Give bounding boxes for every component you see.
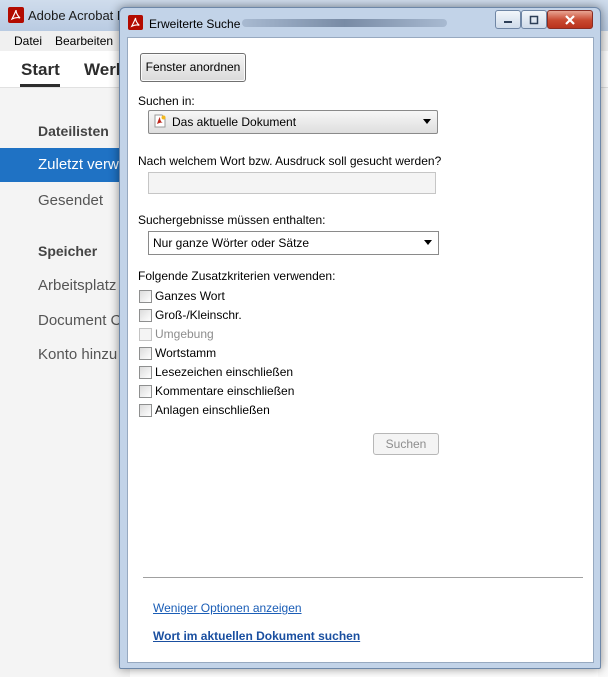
sidebar-item-document-cloud[interactable]: Document C <box>38 312 121 329</box>
search-button[interactable]: Suchen <box>373 433 439 455</box>
checkbox-label: Kommentare einschließen <box>155 384 295 398</box>
results-label: Suchergebnisse müssen enthalten: <box>138 213 326 227</box>
maximize-button[interactable] <box>521 10 547 29</box>
search-scope-dropdown[interactable]: Das aktuelle Dokument <box>148 110 438 134</box>
sidebar-item-label: Zuletzt verw <box>38 156 119 173</box>
checkbox-label: Wortstamm <box>155 346 217 360</box>
checkbox-box[interactable] <box>139 347 152 360</box>
checkbox-label: Anlagen einschließen <box>155 403 270 417</box>
search-in-label: Suchen in: <box>138 94 195 108</box>
divider <box>143 577 583 578</box>
minimize-icon <box>504 20 512 23</box>
sidebar-heading-files: Dateilisten <box>38 123 109 139</box>
match-mode-value: Nur ganze Wörter oder Sätze <box>153 236 310 250</box>
minimize-button[interactable] <box>495 10 521 29</box>
main-window-title: Adobe Acrobat R <box>28 8 127 23</box>
sidebar-heading-storage: Speicher <box>38 243 98 259</box>
sidebar-item-workplace[interactable]: Arbeitsplatz <box>38 277 116 294</box>
checkbox-box[interactable] <box>139 290 152 303</box>
sidebar-item-recent[interactable]: Zuletzt verw <box>0 148 130 182</box>
search-current-document-link[interactable]: Wort im aktuellen Dokument suchen <box>153 629 360 643</box>
blurred-title-text <box>242 19 447 27</box>
sidebar-item-add-account[interactable]: Konto hinzu <box>38 346 117 363</box>
checkbox-box[interactable] <box>139 385 152 398</box>
acrobat-icon <box>128 15 143 35</box>
checkbox-label: Lesezeichen einschließen <box>155 365 294 379</box>
checkbox-label: Groß-/Kleinschr. <box>155 308 242 322</box>
close-icon <box>565 14 575 25</box>
acrobat-icon <box>8 7 24 28</box>
dialog-content: Fenster anordnen Suchen in: Das aktuelle… <box>127 37 594 663</box>
checkbox-box[interactable] <box>139 366 152 379</box>
sidebar-item-sent[interactable]: Gesendet <box>38 192 103 209</box>
query-label: Nach welchem Wort bzw. Ausdruck soll ges… <box>138 154 442 168</box>
search-scope-value: Das aktuelle Dokument <box>172 115 297 129</box>
dialog-title: Erweiterte Suche <box>149 17 241 31</box>
home-sidebar: Dateilisten Zuletzt verw Gesendet Speich… <box>0 88 130 677</box>
close-button[interactable] <box>547 10 593 29</box>
menu-datei[interactable]: Datei <box>14 34 42 48</box>
chevron-down-icon <box>423 119 431 124</box>
fewer-options-link[interactable]: Weniger Optionen anzeigen <box>153 601 302 615</box>
checkbox-box[interactable] <box>139 404 152 417</box>
criteria-label: Folgende Zusatzkriterien verwenden: <box>138 269 336 283</box>
dialog-titlebar[interactable]: Erweiterte Suche <box>120 8 600 36</box>
pdf-document-icon <box>153 114 167 131</box>
maximize-icon <box>529 15 539 24</box>
menu-bearbeiten[interactable]: Bearbeiten <box>55 34 113 48</box>
checkbox-label: Ganzes Wort <box>155 289 225 303</box>
match-mode-dropdown[interactable]: Nur ganze Wörter oder Sätze <box>148 231 439 255</box>
tab-start-indicator <box>20 84 60 87</box>
tab-start[interactable]: Start <box>21 60 60 80</box>
checkbox-label: Umgebung <box>155 327 214 341</box>
chevron-down-icon <box>424 240 432 245</box>
checkbox-box[interactable] <box>139 309 152 322</box>
advanced-search-dialog: Erweiterte Suche Fenster anordnen Suchen… <box>119 7 601 669</box>
arrange-window-button[interactable]: Fenster anordnen <box>140 53 246 82</box>
checkbox-box <box>139 328 152 341</box>
search-input[interactable] <box>148 172 436 194</box>
